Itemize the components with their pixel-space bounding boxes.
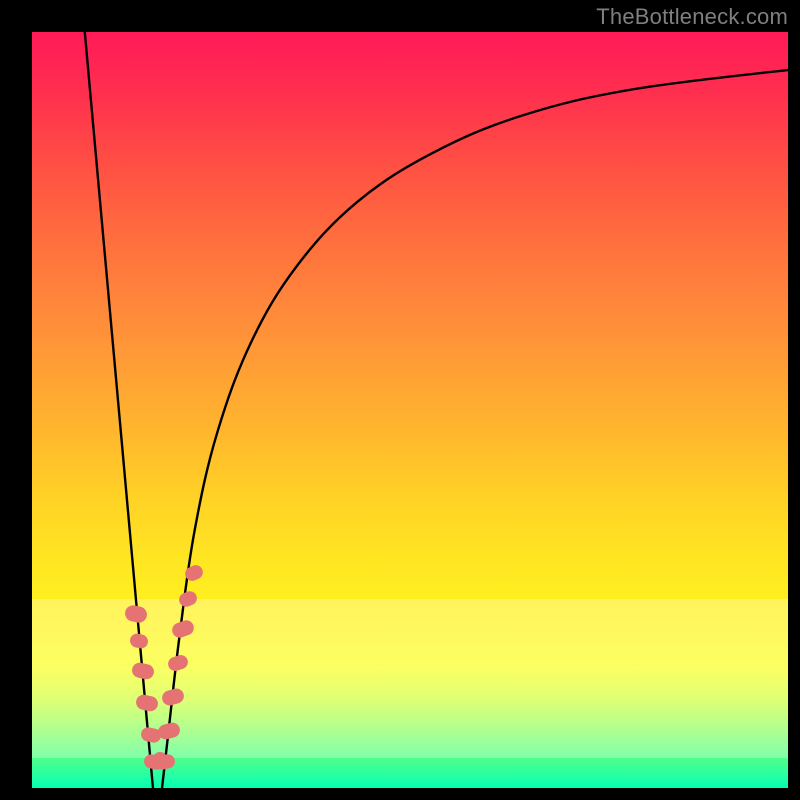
chart-frame: TheBottleneck.com <box>0 0 800 800</box>
plot-area <box>32 32 788 788</box>
right-curve <box>162 68 788 788</box>
watermark-text: TheBottleneck.com <box>596 4 788 30</box>
